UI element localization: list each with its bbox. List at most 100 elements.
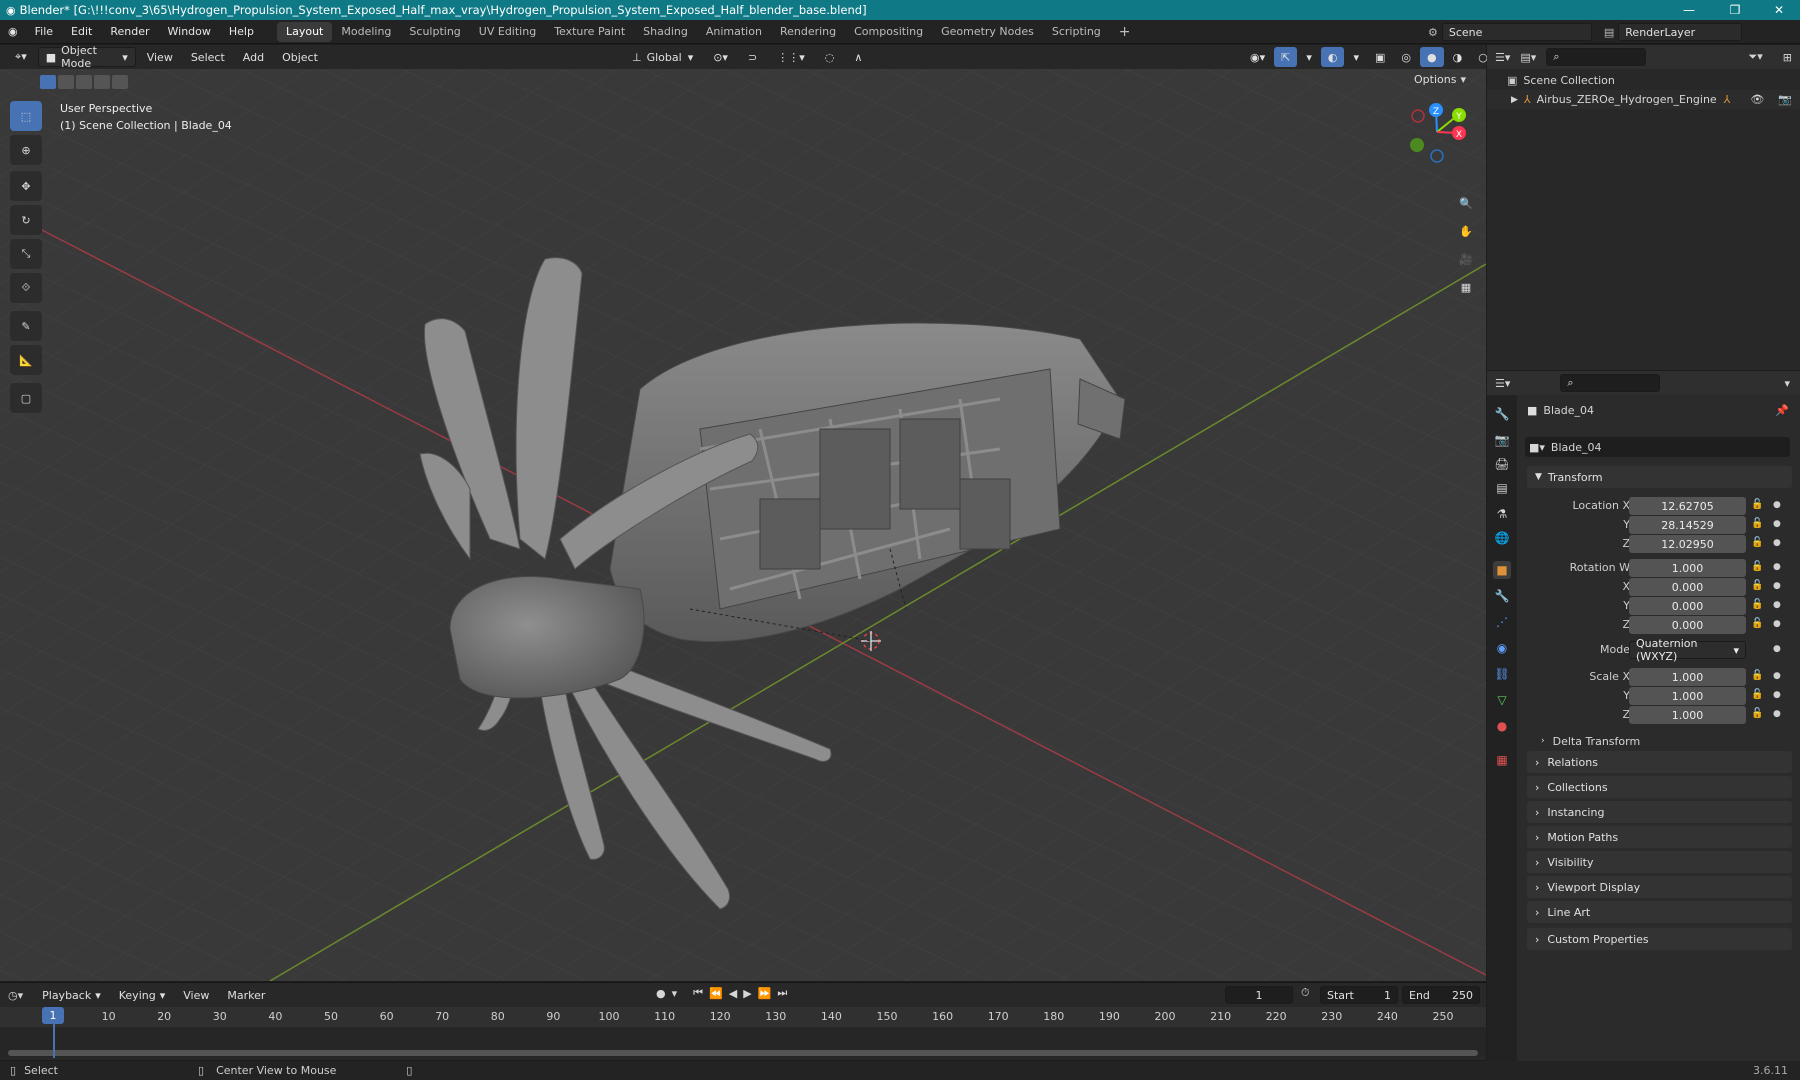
proportional-edit-icon[interactable]: ◌	[818, 47, 842, 67]
keyframe-dot-icon[interactable]: ●	[1773, 619, 1781, 629]
orientation-dropdown[interactable]: ⊥ Global ▾	[625, 47, 700, 67]
tab-uv-editing[interactable]: UV Editing	[470, 22, 545, 42]
start-frame-field[interactable]: Start 1	[1320, 986, 1398, 1004]
close-button[interactable]: ✕	[1756, 0, 1800, 20]
menu-keying[interactable]: Keying ▾	[112, 985, 172, 1005]
outliner-item-engine[interactable]: ▶ ⅄ Airbus_ZEROe_Hydrogen_Engine ⅄ 👁 📷	[1487, 90, 1800, 109]
location-x-field[interactable]: 12.62705	[1629, 497, 1746, 515]
menu-object[interactable]: Object	[275, 47, 325, 67]
scene-icon[interactable]: ⚙	[1428, 26, 1438, 39]
tool-tab-icon[interactable]: 🔧	[1493, 405, 1511, 423]
keyframe-dot-icon[interactable]: ●	[1773, 709, 1781, 719]
gizmo-toggle-icon[interactable]: ⇱	[1274, 47, 1298, 67]
add-cube-tool-icon[interactable]: ▢	[10, 383, 42, 413]
constraints-tab-icon[interactable]: ⛓	[1493, 665, 1511, 683]
select-extend-icon[interactable]	[58, 75, 74, 89]
location-y-field[interactable]: 28.14529	[1629, 516, 1746, 534]
jump-start-icon[interactable]: ⏮	[693, 986, 703, 1000]
scale-x-field[interactable]: 1.000	[1629, 668, 1746, 686]
panel-custom-properties[interactable]: › Custom Properties	[1527, 928, 1792, 950]
tab-shading[interactable]: Shading	[634, 22, 697, 42]
delta-transform-subpanel[interactable]: › Delta Transform	[1541, 731, 1640, 751]
gizmo-menu-icon[interactable]: ▾	[1299, 47, 1319, 67]
keyframe-dot-icon[interactable]: ●	[1773, 519, 1781, 529]
playhead-marker[interactable]: 1	[42, 1007, 64, 1024]
menu-file[interactable]: File	[26, 20, 62, 44]
overlay-menu-icon[interactable]: ▾	[1346, 47, 1366, 67]
timeline-editor-icon[interactable]: ◷▾	[8, 989, 23, 1002]
keyframe-dot-icon[interactable]: ●	[1773, 671, 1781, 681]
timeline-scrollbar[interactable]	[8, 1050, 1478, 1056]
physics-tab-icon[interactable]: ◉	[1493, 639, 1511, 657]
move-tool-icon[interactable]: ✥	[10, 171, 42, 201]
cursor-tool-icon[interactable]: ⊕	[10, 135, 42, 165]
pivot-icon[interactable]: ⊙▾	[706, 47, 735, 67]
view-layer-icon[interactable]: ▤	[1604, 26, 1614, 39]
wireframe-shading-icon[interactable]: ◎	[1394, 47, 1418, 67]
keyframe-dot-icon[interactable]: ●	[1773, 644, 1781, 654]
jump-end-icon[interactable]: ⏭	[777, 986, 787, 1000]
data-tab-icon[interactable]: ▽	[1493, 691, 1511, 709]
panel-relations[interactable]: › Relations	[1527, 751, 1792, 773]
lock-icon[interactable]: 🔓	[1751, 499, 1763, 510]
mode-dropdown[interactable]: ■ Object Mode ▾	[37, 44, 136, 70]
menu-view[interactable]: View	[176, 985, 216, 1005]
tab-geometry-nodes[interactable]: Geometry Nodes	[932, 22, 1043, 42]
select-intersect-icon[interactable]	[112, 75, 128, 89]
properties-search-input[interactable]: ⌕	[1560, 374, 1661, 392]
render-tab-icon[interactable]: 📷	[1493, 431, 1511, 449]
select-new-icon[interactable]	[40, 75, 56, 89]
lock-icon[interactable]: 🔓	[1751, 670, 1763, 681]
play-reverse-icon[interactable]: ◀	[729, 987, 737, 1000]
pan-hand-icon[interactable]: ✋	[1454, 219, 1478, 243]
location-z-field[interactable]: 12.02950	[1629, 535, 1746, 553]
scale-tool-icon[interactable]: ⤡	[10, 239, 42, 269]
properties-editor-icon[interactable]: ☰▾	[1495, 377, 1510, 390]
stopwatch-icon[interactable]: ⏱	[1301, 986, 1310, 1000]
pin-icon[interactable]: 📌	[1775, 404, 1789, 417]
lock-icon[interactable]: 🔓	[1751, 618, 1763, 629]
view-layer-tab-icon[interactable]: ▤	[1493, 479, 1511, 497]
object-data-browse-icon[interactable]: ■▾	[1529, 441, 1545, 454]
outliner-scene-collection[interactable]: ▣ Scene Collection	[1487, 71, 1800, 90]
maximize-button[interactable]: ❐	[1712, 0, 1758, 20]
end-frame-field[interactable]: End 250	[1402, 986, 1480, 1004]
select-subtract-icon[interactable]	[76, 75, 92, 89]
keyframe-dot-icon[interactable]: ●	[1773, 562, 1781, 572]
particles-tab-icon[interactable]: ⋰	[1493, 613, 1511, 631]
next-keyframe-icon[interactable]: ⏩	[758, 987, 772, 1000]
snap-icon[interactable]: ⊃	[741, 47, 764, 67]
tab-layout[interactable]: Layout	[276, 21, 333, 42]
tab-scripting[interactable]: Scripting	[1043, 22, 1110, 42]
rotation-y-field[interactable]: 0.000	[1629, 597, 1746, 615]
material-tab-icon[interactable]: ●	[1493, 717, 1511, 735]
overlay-icon[interactable]: ◐	[1320, 47, 1345, 67]
rotation-w-field[interactable]: 1.000	[1629, 559, 1746, 577]
expand-arrow-icon[interactable]: ▶	[1511, 95, 1518, 105]
navigation-gizmo[interactable]: Z Y X	[1400, 97, 1480, 177]
outliner-editor-icon[interactable]: ☰▾	[1495, 51, 1510, 64]
menu-edit[interactable]: Edit	[62, 20, 101, 44]
keyframe-dot-icon[interactable]: ●	[1773, 500, 1781, 510]
panel-viewport-display[interactable]: › Viewport Display	[1527, 876, 1792, 898]
transform-panel-header[interactable]: ▼ Transform	[1527, 466, 1792, 488]
panel-visibility[interactable]: › Visibility	[1527, 851, 1792, 873]
tab-rendering[interactable]: Rendering	[771, 22, 845, 42]
blender-menu-icon[interactable]: ◉	[0, 20, 26, 44]
snap-target-icon[interactable]: ⋮⋮▾	[770, 47, 812, 67]
menu-window[interactable]: Window	[159, 20, 220, 44]
scene-field[interactable]: Scene	[1441, 23, 1592, 41]
options-button[interactable]: Options ▾	[1414, 73, 1466, 86]
prev-keyframe-icon[interactable]: ⏪	[709, 987, 723, 1000]
display-mode-icon[interactable]: ▤▾	[1520, 51, 1536, 64]
tab-sculpting[interactable]: Sculpting	[400, 22, 469, 42]
world-tab-icon[interactable]: 🌐	[1493, 529, 1511, 547]
xray-icon[interactable]: ▣	[1368, 47, 1392, 67]
outliner-search-input[interactable]: ⌕	[1546, 48, 1647, 66]
lock-icon[interactable]: 🔓	[1751, 537, 1763, 548]
annotate-tool-icon[interactable]: ✎	[10, 311, 42, 341]
menu-render[interactable]: Render	[101, 20, 158, 44]
lock-icon[interactable]: 🔓	[1751, 708, 1763, 719]
view-layer-field[interactable]: RenderLayer	[1618, 23, 1743, 41]
scale-z-field[interactable]: 1.000	[1629, 706, 1746, 724]
